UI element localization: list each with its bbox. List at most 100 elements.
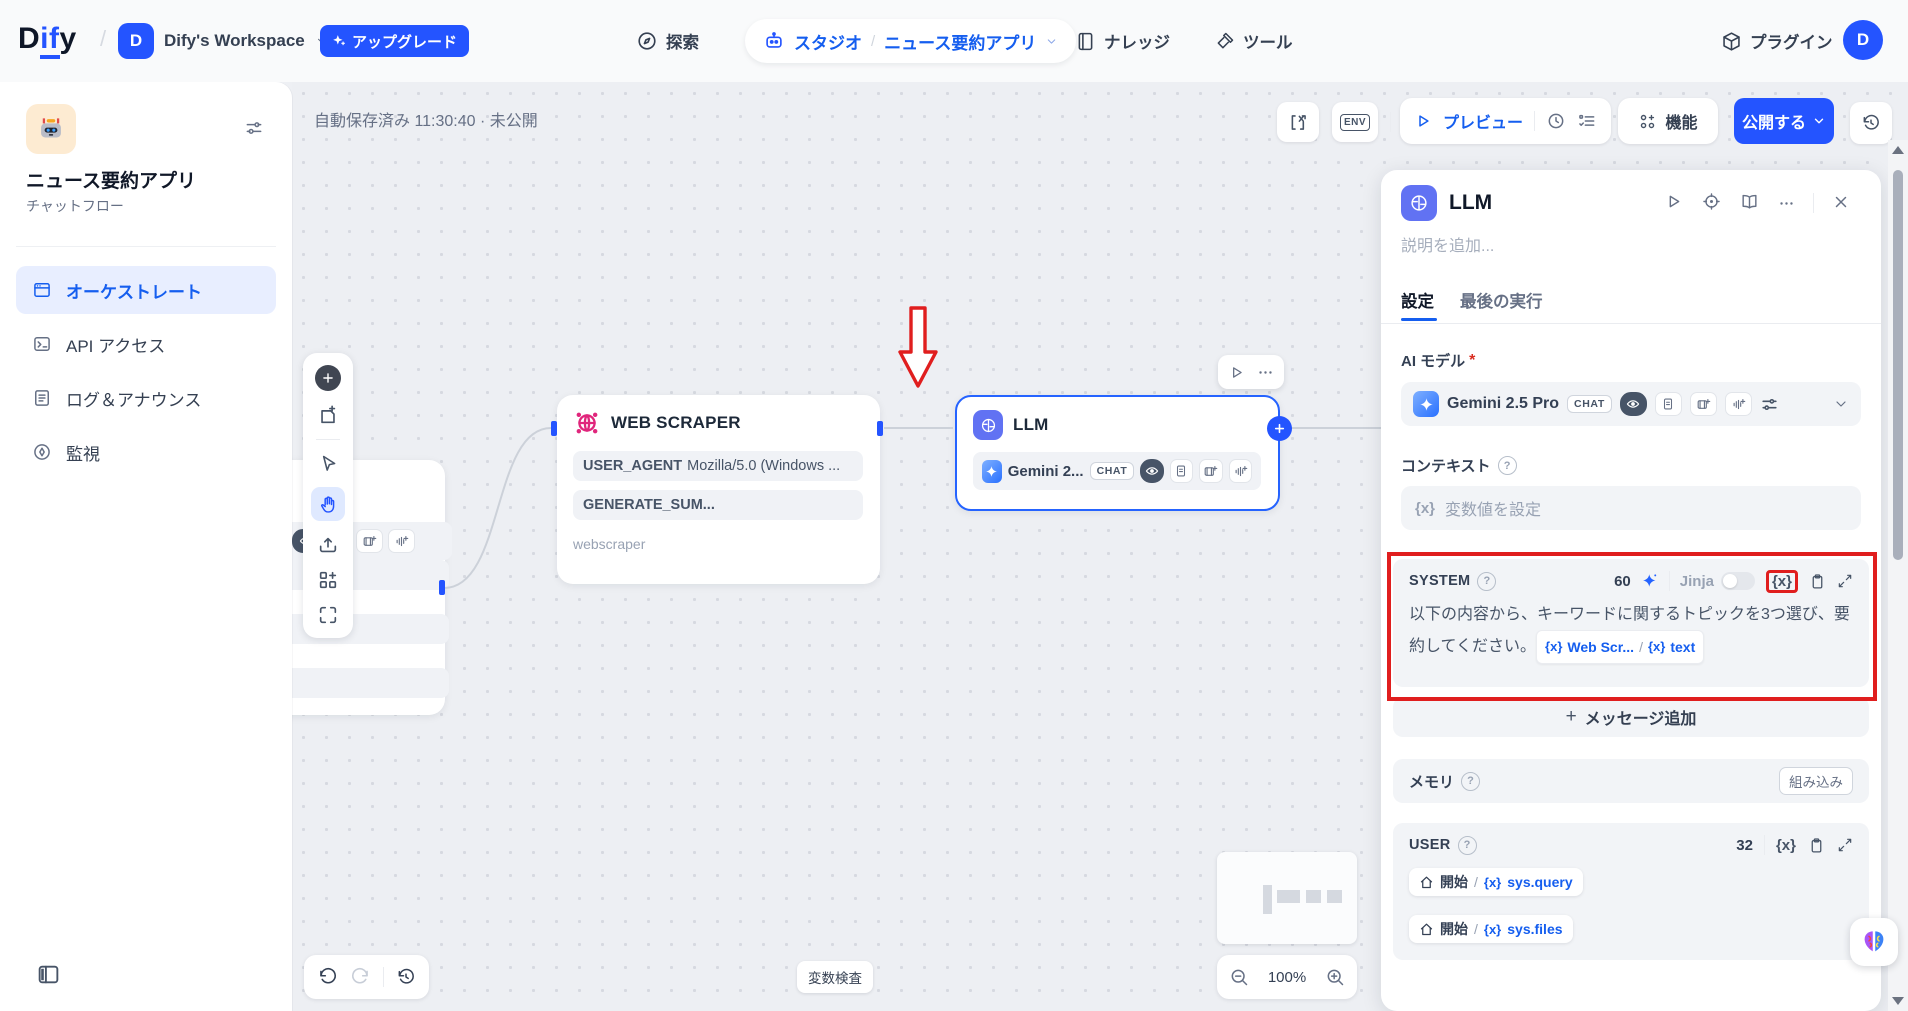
upgrade-button[interactable]: アップグレード (320, 25, 469, 57)
description-placeholder[interactable]: 説明を追加... (1401, 232, 1494, 256)
webscraper-input-handle[interactable] (551, 421, 557, 436)
nav-tools[interactable]: ツール (1215, 29, 1293, 53)
checklist-icon[interactable] (1577, 111, 1597, 131)
sidebar-item-monitoring[interactable]: 監視 (16, 428, 276, 476)
system-role-label: SYSTEM (1409, 573, 1470, 589)
panel-title[interactable]: LLM (1449, 191, 1492, 215)
publish-button[interactable]: 公開する (1734, 98, 1834, 144)
env-button[interactable]: ENV (1332, 102, 1378, 142)
video-badge (1199, 459, 1222, 483)
system-prompt-editor[interactable]: SYSTEM ? 60 Jinja {x} 以下の内容から、キーワードに関するト… (1393, 559, 1869, 687)
user-prompt-editor[interactable]: USER ? 32 {x} 開始 / {x} sys.query (1393, 823, 1869, 960)
node-llm[interactable]: LLM Gemini 2... CHAT (955, 395, 1280, 511)
hand-tool-icon[interactable] (311, 487, 345, 521)
nav-plugins[interactable]: プラグイン (1721, 29, 1833, 53)
jinja-toggle[interactable] (1721, 572, 1755, 590)
variable-inspect-toggle[interactable]: 変数検査 (797, 961, 873, 993)
chip-slash: / (1474, 874, 1478, 890)
sidebar-item-logs[interactable]: ログ＆アナウンス (16, 374, 276, 422)
zoom-in-icon[interactable] (1325, 967, 1345, 987)
collapse-sidebar-icon[interactable] (36, 962, 61, 987)
breadcrumb-app-name[interactable]: ニュース要約アプリ (884, 29, 1036, 54)
context-variable-input[interactable]: {x} 変数値を設定 (1401, 486, 1861, 530)
workspace-name: Dify's Workspace (164, 31, 305, 51)
node-field-generate-sum: GENERATE_SUM... (573, 490, 863, 520)
more-options-icon[interactable] (1257, 364, 1274, 381)
scroll-up-arrow[interactable] (1892, 146, 1904, 154)
nav-explore[interactable]: 探索 (636, 29, 699, 53)
organize-blocks-icon[interactable] (317, 569, 339, 591)
sidebar-item-orchestrate[interactable]: オーケストレート (16, 266, 276, 314)
user-avatar[interactable]: D (1843, 20, 1883, 60)
import-dsl-icon[interactable] (317, 534, 339, 556)
chip-slash: / (1474, 921, 1478, 937)
nav-knowledge[interactable]: ナレッジ (1075, 29, 1170, 53)
sidebar-item-api-access[interactable]: API アクセス (16, 320, 276, 368)
variable-x-icon: {x} (1484, 922, 1501, 937)
more-options-icon[interactable] (1778, 195, 1795, 212)
video-badge (356, 529, 383, 553)
help-question-icon[interactable]: ? (1458, 836, 1477, 855)
docs-book-icon[interactable] (1740, 192, 1759, 211)
scroll-down-arrow[interactable] (1892, 997, 1904, 1005)
zoom-level[interactable]: 100% (1268, 969, 1306, 986)
assistant-brain-button[interactable] (1850, 918, 1898, 966)
add-message-button[interactable]: + メッセージ追加 (1393, 697, 1869, 737)
llm-node-icon (973, 410, 1003, 440)
change-history-icon[interactable] (396, 967, 416, 987)
audio-badge (1725, 392, 1752, 416)
generate-sparkle-icon[interactable] (1641, 572, 1659, 590)
workspace-switcher[interactable]: D Dify's Workspace (118, 23, 329, 59)
redo-icon[interactable] (350, 967, 371, 988)
system-prompt-text[interactable]: 以下の内容から、キーワードに関するトピックを3つ選び、要約してください。{x}W… (1409, 600, 1853, 664)
run-history-clock-icon[interactable] (1546, 111, 1566, 131)
undo-icon[interactable] (317, 967, 338, 988)
variable-reference-chip[interactable]: 開始 / {x} sys.files (1409, 915, 1573, 943)
scrollbar-thumb[interactable] (1893, 170, 1903, 560)
tab-settings[interactable]: 設定 (1401, 288, 1434, 312)
add-node-button[interactable] (315, 365, 341, 391)
node-web-scraper[interactable]: WEB SCRAPER USER_AGENTMozilla/5.0 (Windo… (557, 395, 880, 584)
app-settings-icon[interactable] (244, 118, 264, 138)
preview-button[interactable]: プレビュー (1443, 109, 1523, 133)
app-title: ニュース要約アプリ (26, 166, 196, 193)
dify-logo[interactable]: Dify (18, 22, 77, 56)
expand-icon[interactable] (1837, 573, 1853, 589)
page-scrollbar[interactable] (1888, 140, 1908, 1011)
features-button[interactable]: 機能 (1618, 98, 1718, 144)
variable-reference-chip[interactable]: 開始 / {x} sys.query (1409, 868, 1583, 896)
variable-reference-chip[interactable]: {x}Web Scr.../{x}text (1536, 630, 1704, 664)
focus-target-icon[interactable] (1702, 192, 1721, 211)
model-tune-icon[interactable] (1760, 395, 1779, 414)
brain-icon (1859, 927, 1889, 957)
variable-node-name: Web Scr... (1567, 632, 1634, 662)
insert-variable-button[interactable]: {x} (1766, 570, 1798, 593)
variable-inspect-button[interactable] (1277, 102, 1319, 142)
node-output-handle[interactable] (439, 580, 445, 595)
app-icon (26, 104, 76, 154)
breadcrumb-studio[interactable]: スタジオ (794, 29, 862, 54)
version-history-button[interactable] (1850, 102, 1892, 144)
studio-breadcrumb[interactable]: スタジオ / ニュース要約アプリ (745, 19, 1076, 63)
help-question-icon[interactable]: ? (1461, 772, 1480, 791)
run-node-icon[interactable] (1664, 192, 1683, 211)
fit-view-icon[interactable] (317, 604, 339, 626)
help-question-icon[interactable]: ? (1498, 456, 1517, 475)
zoom-out-icon[interactable] (1229, 967, 1249, 987)
copy-clipboard-icon[interactable] (1809, 573, 1826, 590)
help-question-icon[interactable]: ? (1477, 572, 1496, 591)
minimap[interactable] (1217, 852, 1357, 944)
pointer-tool-icon[interactable] (318, 453, 339, 474)
history-icon (1861, 113, 1881, 133)
webscraper-output-handle[interactable] (877, 421, 883, 436)
add-next-node-button[interactable] (1267, 416, 1292, 441)
copy-clipboard-icon[interactable] (1808, 837, 1825, 854)
add-note-icon[interactable] (317, 404, 339, 426)
tab-last-run[interactable]: 最後の実行 (1460, 288, 1543, 312)
insert-variable-button[interactable]: {x} (1776, 837, 1796, 854)
expand-icon[interactable] (1837, 837, 1853, 853)
run-node-icon[interactable] (1228, 364, 1245, 381)
close-icon[interactable] (1832, 193, 1850, 211)
tabs-border (1381, 323, 1881, 324)
model-selector[interactable]: Gemini 2.5 Pro CHAT (1401, 382, 1861, 426)
